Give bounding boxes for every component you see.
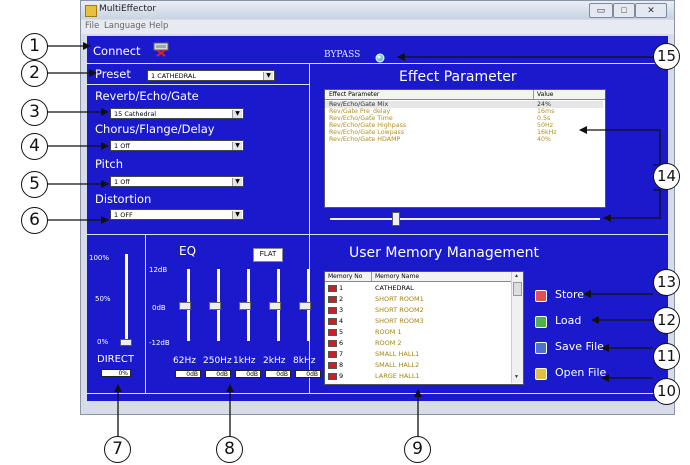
- callout-7: 7: [104, 436, 131, 463]
- callout-4: 4: [21, 133, 48, 160]
- callout-5: 5: [21, 171, 48, 198]
- callout-arrow-14b: [603, 189, 661, 222]
- callout-12: 12: [653, 307, 680, 334]
- callout-3: 3: [21, 99, 48, 126]
- callout-10: 10: [653, 378, 680, 405]
- callout-13: 13: [653, 269, 680, 296]
- callout-2: 2: [21, 60, 48, 87]
- callout-14: 14: [653, 163, 680, 190]
- callout-arrows: [46, 42, 661, 440]
- callout-9: 9: [404, 436, 431, 463]
- callout-arrow-14a: [579, 126, 661, 166]
- callout-8: 8: [216, 436, 243, 463]
- callout-15: 15: [653, 43, 680, 70]
- callout-6: 6: [21, 207, 48, 234]
- callout-1: 1: [21, 33, 48, 60]
- callout-11: 11: [653, 343, 680, 370]
